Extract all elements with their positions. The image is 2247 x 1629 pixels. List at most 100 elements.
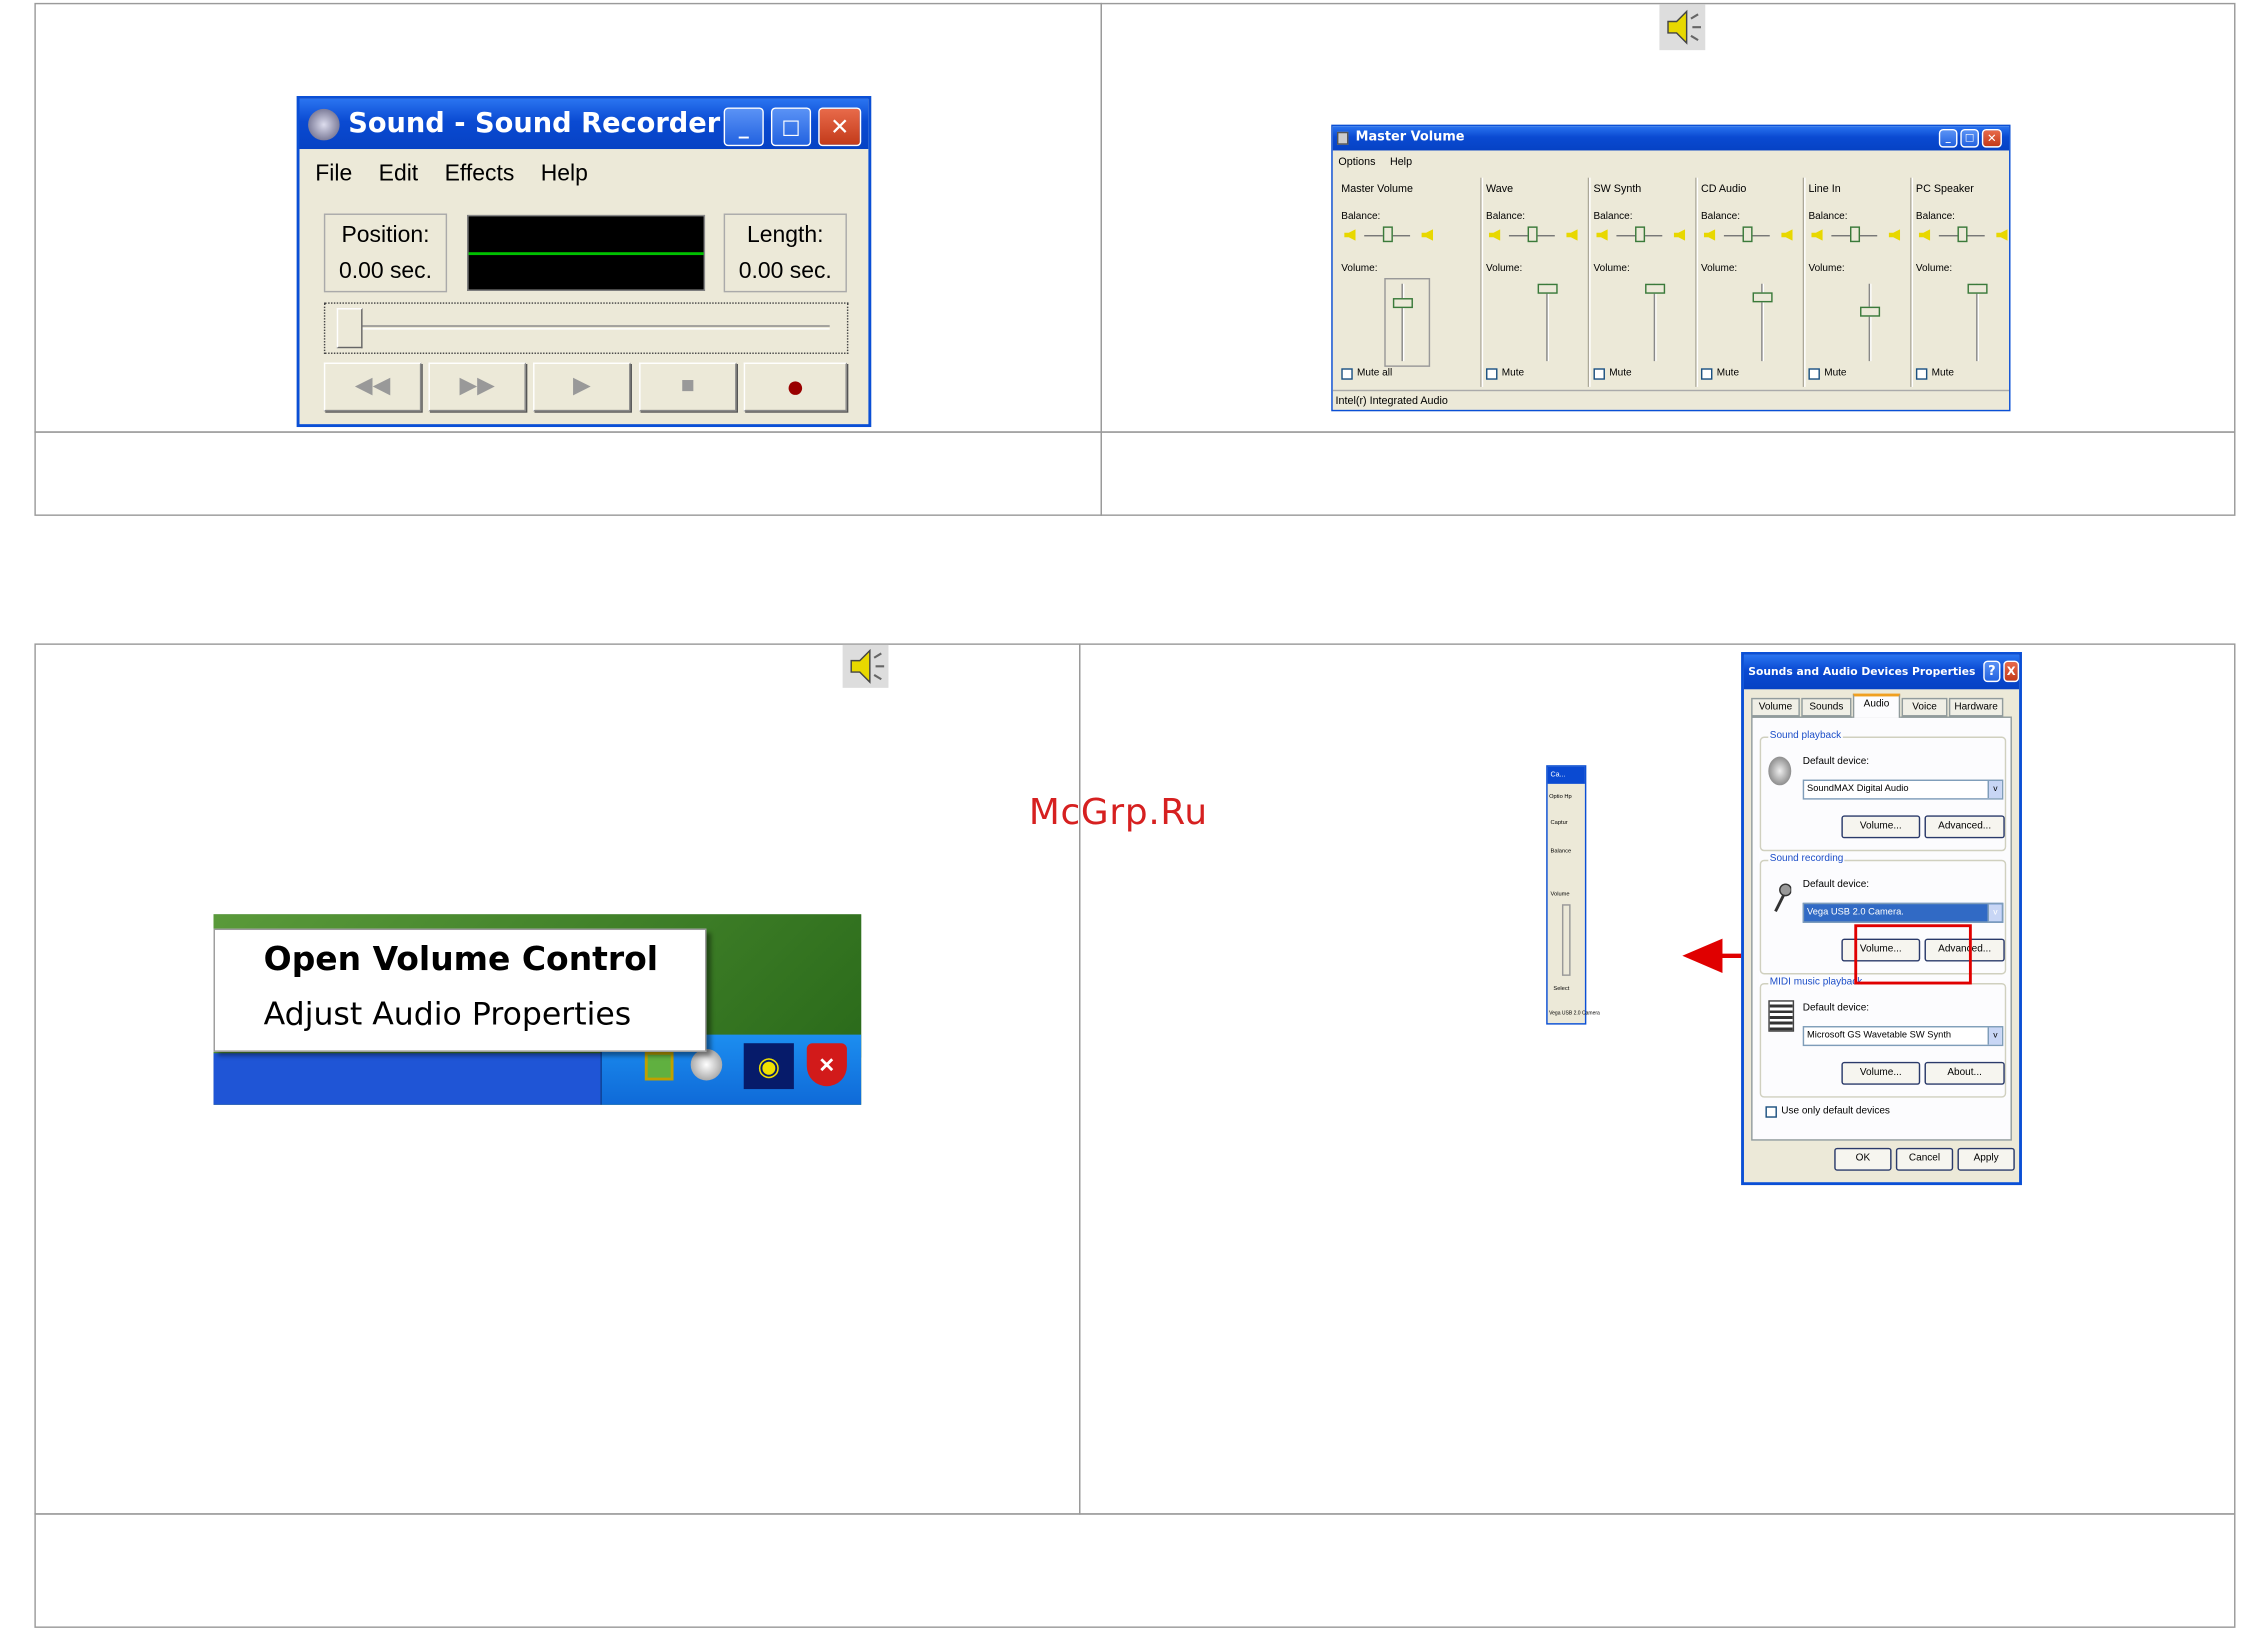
waveform-display bbox=[467, 214, 706, 291]
properties-close-button[interactable]: X bbox=[2003, 660, 2020, 683]
mute-checkbox[interactable] bbox=[1808, 368, 1820, 380]
mute-checkbox[interactable] bbox=[1486, 368, 1498, 380]
mixer-menu-help[interactable]: Help bbox=[1390, 155, 1412, 168]
menu-open-volume-control[interactable]: Open Volume Control bbox=[264, 941, 658, 978]
speaker-right-icon bbox=[1421, 229, 1433, 241]
volume-track bbox=[1401, 283, 1405, 362]
mini-balance-label: Balance bbox=[1550, 846, 1572, 855]
balance-slider-thumb[interactable] bbox=[1742, 226, 1753, 243]
mini-title-bar[interactable]: Ca... bbox=[1547, 766, 1585, 784]
midi-volume-button[interactable]: Volume... bbox=[1841, 1061, 1921, 1085]
balance-slider-thumb[interactable] bbox=[1850, 226, 1861, 243]
mini-capture-label: Captur bbox=[1550, 818, 1568, 826]
master-volume-window: Master Volume _ □ ✕ Options Help Master … bbox=[1331, 124, 2011, 412]
sound-recording-label: Sound recording bbox=[1768, 854, 1845, 865]
watermark: McGrp.Ru bbox=[1028, 791, 1208, 833]
menu-adjust-audio-properties[interactable]: Adjust Audio Properties bbox=[264, 997, 632, 1033]
mute-checkbox[interactable] bbox=[1700, 368, 1713, 380]
table-cell-bottom-caption bbox=[34, 1513, 2236, 1628]
balance-label: Balance: bbox=[1700, 212, 1741, 223]
tab-audio[interactable]: Audio bbox=[1852, 693, 1901, 718]
mute-checkbox[interactable] bbox=[1915, 368, 1928, 380]
apply-button[interactable]: Apply bbox=[1957, 1147, 2015, 1171]
mute-label: Mute bbox=[1609, 368, 1632, 379]
forward-button[interactable]: ▶▶ bbox=[428, 362, 526, 412]
mini-status: Vega USB 2.0 Camera bbox=[1549, 1010, 1600, 1016]
cancel-button[interactable]: Cancel bbox=[1895, 1147, 1954, 1171]
balance-label: Balance: bbox=[1593, 212, 1633, 223]
mixer-menu-bar: Options Help bbox=[1338, 155, 1412, 168]
menu-edit[interactable]: Edit bbox=[379, 162, 419, 186]
volume-slider-thumb[interactable] bbox=[1967, 283, 1988, 294]
balance-slider-thumb[interactable] bbox=[1635, 226, 1646, 243]
tab-volume[interactable]: Volume bbox=[1751, 697, 1800, 717]
balance-slider-thumb[interactable] bbox=[1527, 226, 1538, 243]
balance-label: Balance: bbox=[1341, 212, 1381, 223]
use-default-devices-checkbox[interactable] bbox=[1765, 1106, 1777, 1118]
length-panel: Length: 0.00 sec. bbox=[723, 213, 847, 293]
volume-tray-icon[interactable] bbox=[690, 1048, 723, 1081]
network-icon[interactable] bbox=[644, 1051, 674, 1081]
position-slider[interactable] bbox=[323, 302, 849, 354]
mute-label: Mute bbox=[1716, 368, 1740, 379]
volume-slider-thumb[interactable] bbox=[1860, 306, 1881, 317]
ok-button[interactable]: OK bbox=[1834, 1147, 1892, 1171]
speaker-left-icon bbox=[1488, 229, 1501, 241]
speaker-icon-small bbox=[842, 644, 889, 688]
chevron-down-icon: v bbox=[1987, 904, 2002, 922]
mixer-maximize-button[interactable]: □ bbox=[1960, 128, 1979, 148]
record-button[interactable]: ● bbox=[743, 362, 847, 412]
wireless-icon[interactable]: ◉ bbox=[743, 1043, 794, 1090]
play-button[interactable]: ▶ bbox=[533, 362, 631, 412]
length-label: Length: bbox=[747, 223, 824, 248]
stop-button[interactable]: ■ bbox=[639, 362, 737, 412]
playback-device-select[interactable]: SoundMAX Digital Audio v bbox=[1802, 779, 2004, 800]
balance-slider-thumb[interactable] bbox=[1382, 226, 1393, 243]
volume-slider-thumb[interactable] bbox=[1752, 292, 1773, 303]
balance-slider-thumb[interactable] bbox=[1957, 226, 1968, 243]
volume-slider-thumb[interactable] bbox=[1645, 283, 1666, 294]
mini-select-checkbox[interactable]: Select bbox=[1553, 984, 1569, 991]
recording-device-select[interactable]: Vega USB 2.0 Camera. v bbox=[1802, 902, 2004, 923]
sound-recorder-window: Sound - Sound Recorder _ □ ✕ File Edit E… bbox=[296, 96, 872, 428]
minimize-button[interactable]: _ bbox=[723, 107, 764, 147]
volume-track bbox=[1546, 283, 1550, 362]
menu-help[interactable]: Help bbox=[541, 162, 588, 186]
channel-name: SW Synth bbox=[1593, 181, 1642, 195]
tab-hardware[interactable]: Hardware bbox=[1948, 697, 2004, 717]
slider-thumb[interactable] bbox=[336, 308, 363, 349]
balance-label: Balance: bbox=[1915, 212, 1955, 223]
menu-file[interactable]: File bbox=[315, 162, 352, 186]
playback-volume-button[interactable]: Volume... bbox=[1841, 815, 1921, 839]
midi-about-button[interactable]: About... bbox=[1924, 1061, 2005, 1085]
volume-slider-thumb[interactable] bbox=[1392, 298, 1413, 309]
mini-menu[interactable]: Optio Hp bbox=[1549, 792, 1572, 799]
properties-title-bar[interactable]: Sounds and Audio Devices Properties bbox=[1743, 654, 2020, 690]
help-button[interactable]: ? bbox=[1983, 660, 2001, 683]
recording-control-mini-window: Ca... Optio Hp Captur Balance Volume Sel… bbox=[1546, 765, 1600, 1025]
tab-sounds[interactable]: Sounds bbox=[1801, 697, 1852, 717]
mixer-app-icon bbox=[1336, 131, 1349, 145]
volume-track bbox=[1868, 283, 1872, 362]
mini-volume-slider[interactable] bbox=[1561, 904, 1571, 976]
security-shield-icon[interactable]: ✕ bbox=[806, 1043, 847, 1087]
mute-checkbox[interactable] bbox=[1593, 368, 1605, 380]
mixer-close-button[interactable]: ✕ bbox=[1981, 128, 2002, 148]
midi-default-label: Default device: bbox=[1802, 1003, 1870, 1014]
tab-voice[interactable]: Voice bbox=[1901, 697, 1948, 717]
close-button[interactable]: ✕ bbox=[818, 107, 862, 147]
mixer-channel: Wave Balance: Volume: Mute bbox=[1481, 177, 1582, 387]
volume-slider-thumb[interactable] bbox=[1537, 283, 1558, 294]
rewind-button[interactable]: ◀◀ bbox=[323, 362, 422, 412]
speaker-right-icon bbox=[1888, 229, 1901, 241]
mixer-menu-options[interactable]: Options bbox=[1338, 155, 1375, 168]
playback-advanced-button[interactable]: Advanced... bbox=[1924, 815, 2005, 839]
mini-title: Ca... bbox=[1550, 770, 1566, 780]
mixer-minimize-button[interactable]: _ bbox=[1938, 128, 1958, 148]
midi-device-select[interactable]: Microsoft GS Wavetable SW Synth v bbox=[1802, 1026, 2004, 1047]
maximize-button[interactable]: □ bbox=[770, 107, 812, 147]
mixer-title-bar[interactable]: Master Volume bbox=[1332, 126, 2010, 151]
menu-effects[interactable]: Effects bbox=[445, 162, 515, 186]
mute-checkbox[interactable] bbox=[1341, 368, 1353, 380]
document-page: Sound - Sound Recorder _ □ ✕ File Edit E… bbox=[0, 0, 2247, 1629]
